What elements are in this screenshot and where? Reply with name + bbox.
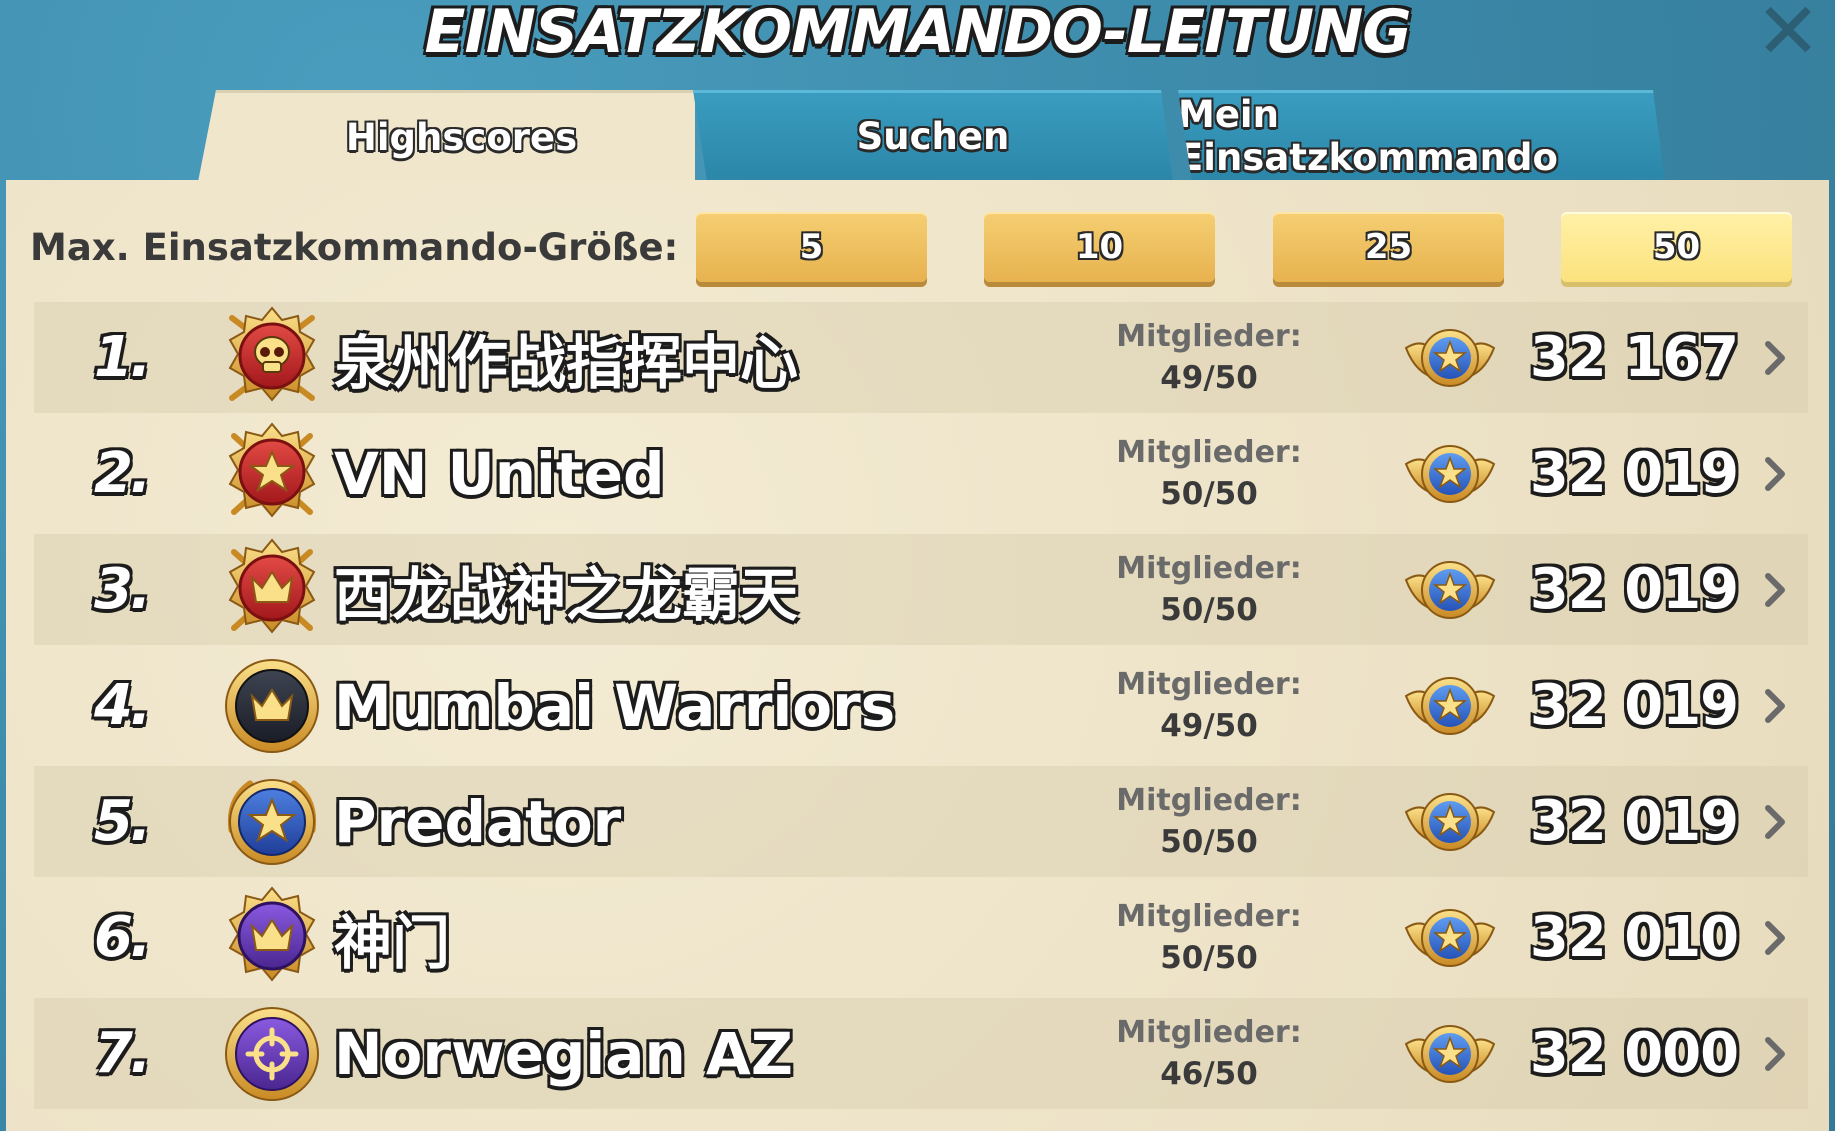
trophy-star-icon bbox=[1404, 908, 1496, 967]
members-info: Mitglieder: 49/50 bbox=[1094, 645, 1324, 766]
score: 32 019 bbox=[1529, 557, 1739, 622]
chevron-right-icon[interactable] bbox=[1760, 1032, 1790, 1076]
chevron-right-icon[interactable] bbox=[1760, 336, 1790, 380]
members-label: Mitglieder: bbox=[1116, 318, 1302, 354]
highscores-panel: Max. Einsatzkommando-Größe: 5 10 25 50 1… bbox=[6, 180, 1829, 1131]
trophy-star-icon bbox=[1404, 328, 1496, 387]
members-label: Mitglieder: bbox=[1116, 898, 1302, 934]
list-item[interactable]: 7. Norwegian AZ Mitglieder: 46/50 32 000 bbox=[34, 998, 1808, 1109]
trophy-star-icon bbox=[1404, 676, 1496, 735]
tab-suchen[interactable]: Suchen bbox=[693, 90, 1173, 182]
star-emblem-icon bbox=[228, 421, 316, 518]
rank: 2. bbox=[94, 441, 151, 506]
close-icon[interactable]: ✕ bbox=[1753, 0, 1823, 71]
clan-name: Mumbai Warriors bbox=[334, 671, 896, 740]
score: 32 000 bbox=[1529, 1021, 1739, 1086]
trophy-star-icon bbox=[1404, 1024, 1496, 1083]
clan-name: 神门 bbox=[334, 908, 451, 977]
clan-name: 泉州作战指挥中心 bbox=[334, 328, 799, 397]
rank: 5. bbox=[94, 789, 151, 854]
members-count: 49/50 bbox=[1160, 359, 1258, 396]
clan-name: Predator bbox=[334, 787, 622, 856]
members-info: Mitglieder: 49/50 bbox=[1094, 302, 1324, 413]
clan-name: VN United bbox=[334, 439, 665, 508]
members-label: Mitglieder: bbox=[1116, 434, 1302, 470]
clan-name: Norwegian AZ bbox=[334, 1019, 793, 1088]
members-label: Mitglieder: bbox=[1116, 1014, 1302, 1050]
score: 32 019 bbox=[1529, 789, 1739, 854]
list-item[interactable]: 4. Mumbai Warriors Mitglieder: 49/50 32 … bbox=[34, 645, 1808, 766]
rank: 1. bbox=[94, 325, 151, 390]
star-emblem-icon bbox=[227, 778, 317, 865]
score: 32 019 bbox=[1529, 441, 1739, 506]
crosshair-emblem-icon bbox=[225, 1006, 319, 1101]
members-info: Mitglieder: 50/50 bbox=[1094, 877, 1324, 998]
members-info: Mitglieder: 50/50 bbox=[1094, 534, 1324, 645]
chevron-right-icon[interactable] bbox=[1760, 452, 1790, 496]
members-count: 49/50 bbox=[1160, 707, 1258, 744]
members-label: Mitglieder: bbox=[1116, 666, 1302, 702]
members-info: Mitglieder: 50/50 bbox=[1094, 413, 1324, 534]
members-count: 50/50 bbox=[1160, 475, 1258, 512]
members-count: 50/50 bbox=[1160, 823, 1258, 860]
size-filter-label: Max. Einsatzkommando-Größe: bbox=[30, 226, 679, 269]
window-title: EINSATZKOMMANDO-LEITUNG bbox=[424, 0, 1411, 67]
list-item[interactable]: 1. 泉州作战指挥中心 Mitglieder: 49/50 32 167 bbox=[34, 302, 1808, 413]
chevron-right-icon[interactable] bbox=[1760, 916, 1790, 960]
members-count: 50/50 bbox=[1160, 591, 1258, 628]
members-label: Mitglieder: bbox=[1116, 550, 1302, 586]
rank: 3. bbox=[94, 557, 151, 622]
size-option-10[interactable]: 10 bbox=[984, 212, 1215, 282]
tab-mein-einsatzkommando[interactable]: Mein Einsatzkommando bbox=[1178, 90, 1665, 182]
chevron-right-icon[interactable] bbox=[1760, 568, 1790, 612]
crown-emblem-icon bbox=[228, 885, 316, 982]
tab-bar: Highscores Suchen Mein Einsatzkommando bbox=[0, 90, 1835, 182]
score: 32 019 bbox=[1529, 673, 1739, 738]
list-item[interactable]: 6. 神门 Mitglieder: 50/50 32 010 bbox=[34, 877, 1808, 998]
trophy-star-icon bbox=[1404, 792, 1496, 851]
chevron-right-icon[interactable] bbox=[1760, 684, 1790, 728]
crown-emblem-icon bbox=[225, 658, 319, 753]
list-item[interactable]: 5. Predator Mitglieder: 50/50 32 019 bbox=[34, 766, 1808, 877]
skull-emblem-icon bbox=[228, 305, 316, 402]
list-item[interactable]: 3. 西龙战神之龙霸天 Mitglieder: 50/50 32 019 bbox=[34, 534, 1808, 645]
members-count: 46/50 bbox=[1160, 1055, 1258, 1092]
score: 32 167 bbox=[1529, 325, 1739, 390]
trophy-star-icon bbox=[1404, 444, 1496, 503]
members-count: 50/50 bbox=[1160, 939, 1258, 976]
score: 32 010 bbox=[1529, 905, 1739, 970]
size-option-25[interactable]: 25 bbox=[1273, 212, 1504, 282]
size-option-5[interactable]: 5 bbox=[696, 212, 927, 282]
list-item[interactable]: 2. VN United Mitglieder: 50/50 32 019 bbox=[34, 413, 1808, 534]
size-option-50[interactable]: 50 bbox=[1561, 212, 1792, 282]
highscore-list: 1. 泉州作战指挥中心 Mitglieder: 49/50 32 167 2. … bbox=[34, 302, 1808, 1109]
crown-emblem-icon bbox=[228, 537, 316, 634]
chevron-right-icon[interactable] bbox=[1760, 800, 1790, 844]
members-info: Mitglieder: 50/50 bbox=[1094, 766, 1324, 877]
members-info: Mitglieder: 46/50 bbox=[1094, 998, 1324, 1109]
members-label: Mitglieder: bbox=[1116, 782, 1302, 818]
rank: 7. bbox=[94, 1021, 151, 1086]
rank: 6. bbox=[94, 905, 151, 970]
clan-name: 西龙战神之龙霸天 bbox=[334, 560, 799, 629]
trophy-star-icon bbox=[1404, 560, 1496, 619]
tab-highscores[interactable]: Highscores bbox=[198, 90, 695, 182]
rank: 4. bbox=[94, 673, 151, 738]
